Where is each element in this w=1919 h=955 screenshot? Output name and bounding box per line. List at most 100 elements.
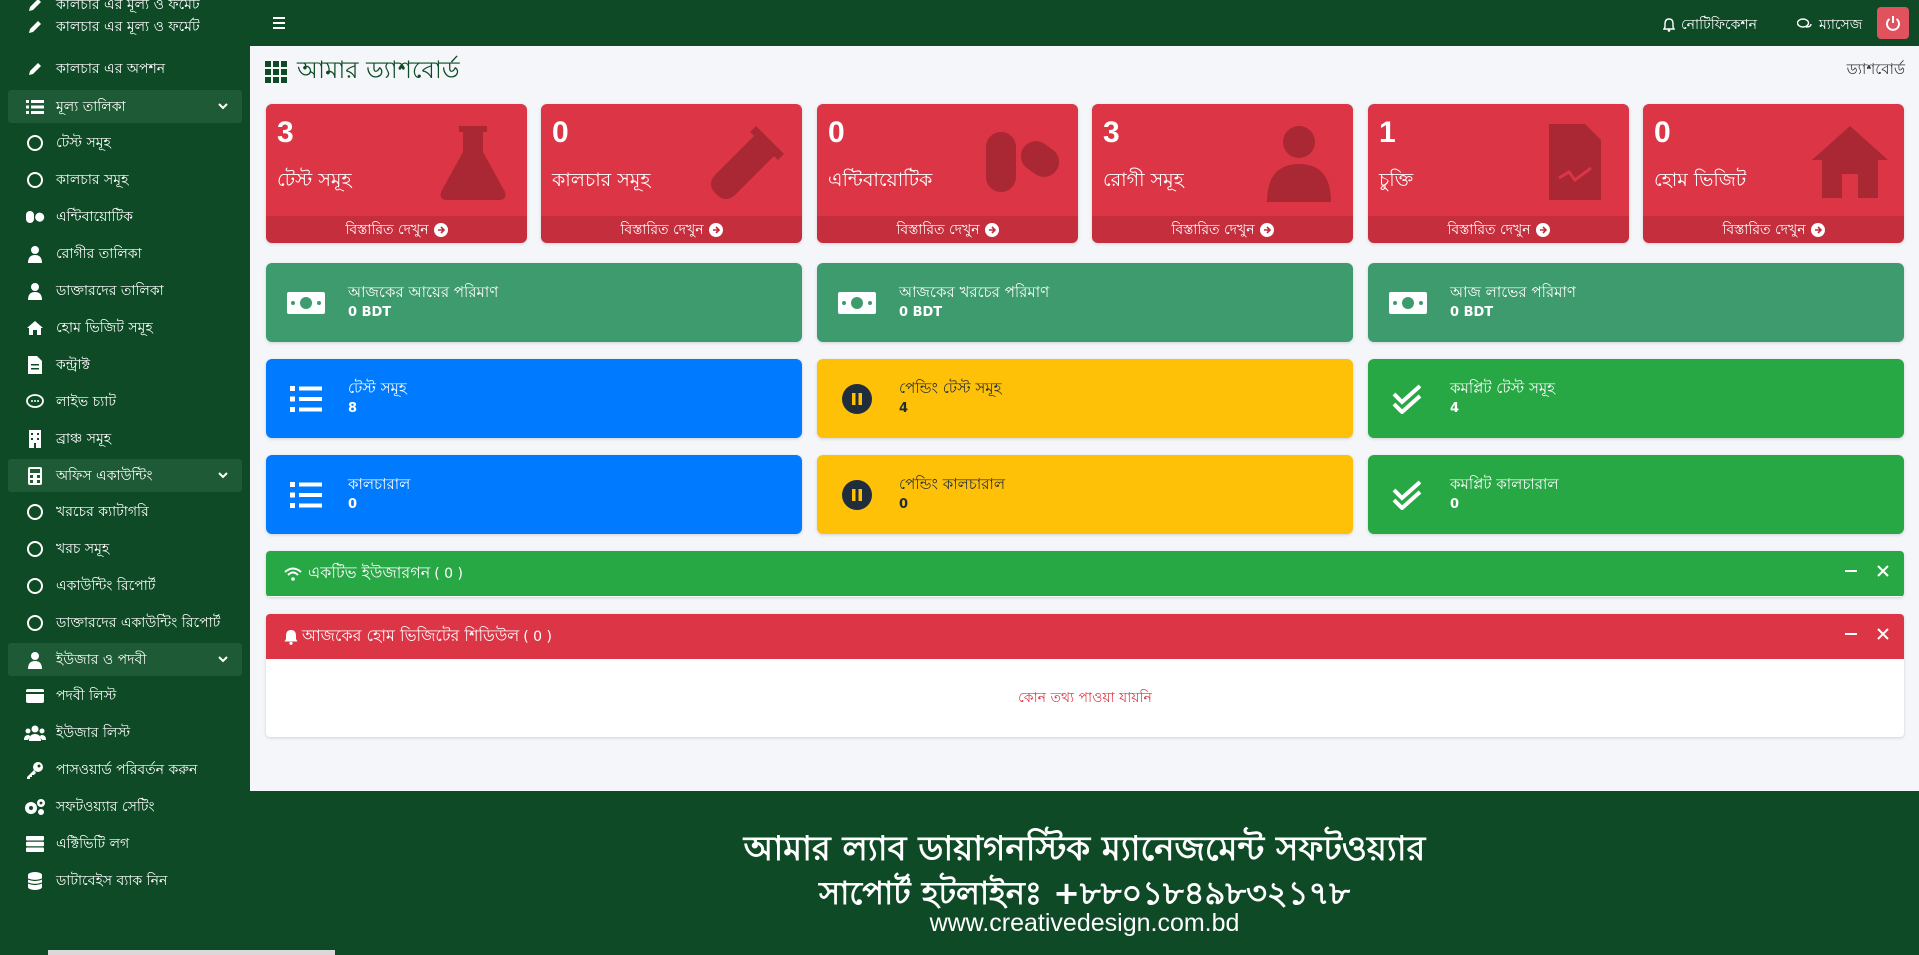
sidebar: কালচার এর মূল্য ও ফর্মেট কালচার এর মূল্য…	[0, 0, 250, 955]
messages-label: ম্যাসেজ	[1819, 17, 1863, 33]
details-link-label: বিস্তারিত দেখুন	[896, 221, 980, 238]
info-box-tests: টেস্ট সমূহ 8	[266, 359, 802, 438]
small-box-details-link[interactable]: বিস্তারিত দেখুন	[1643, 216, 1904, 243]
horizontal-scrollbar[interactable]	[48, 950, 335, 955]
sidebar-item-cultures[interactable]: কালচার সমূহ	[8, 163, 242, 196]
info-box-value: 8	[348, 400, 358, 416]
collapse-button[interactable]	[1844, 627, 1858, 641]
info-box-today-expense: আজকের খরচের পরিমাণ 0 BDT	[817, 263, 1353, 342]
sidebar-item-label: এন্টিবায়োটিক	[56, 208, 133, 225]
sidebar-item-activity-log[interactable]: এক্টিভিটি লগ	[8, 827, 242, 860]
sidebar-item-user-list[interactable]: ইউজার লিস্ট	[8, 716, 242, 749]
pen-icon	[24, 58, 46, 80]
sidebar-item-expense-category[interactable]: খরচের ক্যাটাগরি	[8, 495, 242, 528]
sidebar-item-branches[interactable]: ব্রাঞ্চ সমূহ	[8, 422, 242, 455]
small-box-cultures: 0 কালচার সমূহ বিস্তারিত দেখুন	[541, 104, 802, 243]
details-link-label: বিস্তারিত দেখুন	[620, 221, 704, 238]
check-double-icon	[1388, 475, 1428, 515]
sidebar-item-software-settings[interactable]: সফটওয়্যার সেটিং	[8, 790, 242, 823]
sidebar-item-label: কালচার সমূহ	[56, 171, 129, 188]
info-box-value: 4	[1450, 400, 1460, 416]
comment-icon	[24, 391, 46, 413]
info-box-completed-cultures: কমপ্লিট কালচারাল 0	[1368, 455, 1904, 534]
flask-icon	[440, 126, 506, 200]
id-card-icon	[24, 685, 46, 707]
small-box-details-link[interactable]: বিস্তারিত দেখুন	[541, 216, 802, 243]
info-box-value: 0 BDT	[348, 304, 392, 320]
sidebar-item-tests[interactable]: টেস্ট সমূহ	[8, 126, 242, 159]
power-icon	[1886, 16, 1900, 31]
sidebar-item-label: একাউন্টিং রিপোর্ট	[56, 577, 156, 594]
sidebar-section-price-list[interactable]: মূল্য তালিকা	[8, 90, 242, 123]
sidebar-item-label: ইউজার ও পদবী	[56, 651, 147, 668]
info-box-label: কালচারাল	[348, 475, 411, 494]
info-box-label: পেন্ডিং কালচারাল	[899, 475, 1006, 494]
notifications-link[interactable]: নোটিফিকেশন	[1663, 13, 1757, 37]
circle-icon	[24, 501, 46, 523]
sidebar-item-culture-price-format[interactable]: কালচার এর মূল্য ও ফর্মেট	[8, 10, 242, 43]
active-users-card-header: একটিভ ইউজারগন ( 0 )	[266, 551, 1904, 596]
th-grid-icon	[265, 61, 287, 83]
sidebar-item-label: ব্রাঞ্চ সমূহ	[56, 430, 112, 447]
arrow-circle-right-icon	[1535, 222, 1550, 237]
sidebar-item-label: ডাক্তারদের তালিকা	[56, 282, 164, 299]
sidebar-section-office-accounting[interactable]: অফিস একাউন্টিং	[8, 459, 242, 492]
sidebar-item-live-chat[interactable]: লাইভ চ্যাট	[8, 385, 242, 418]
money-bill-icon	[1388, 283, 1428, 323]
active-users-card: একটিভ ইউজারগন ( 0 )	[266, 551, 1904, 597]
details-link-label: বিস্তারিত দেখুন	[1722, 221, 1806, 238]
small-box-label: কালচার সমূহ	[552, 169, 651, 191]
sidebar-item-label: পদবী লিস্ট	[56, 687, 117, 704]
messages-link[interactable]: ম্যাসেজ	[1797, 13, 1862, 37]
info-box-label: কমপ্লিট টেস্ট সমূহ	[1450, 379, 1556, 398]
small-box-count: 0	[828, 116, 845, 149]
sidebar-section-users-roles[interactable]: ইউজার ও পদবী	[8, 643, 242, 676]
info-box-cultures: কালচারাল 0	[266, 455, 802, 534]
list-icon	[286, 475, 326, 515]
database-icon	[24, 870, 46, 892]
circle-icon	[24, 612, 46, 634]
sidebar-item-patients[interactable]: রোগীর তালিকা	[8, 237, 242, 270]
sidebar-item-contract[interactable]: কন্ট্রাক্ট	[8, 348, 242, 381]
sidebar-item-expenses[interactable]: খরচ সমূহ	[8, 532, 242, 565]
info-box-label: আজ লাভের পরিমাণ	[1450, 283, 1576, 302]
info-box-label: টেস্ট সমূহ	[348, 379, 407, 398]
close-button[interactable]	[1876, 564, 1890, 578]
sidebar-item-doctor-accounting-report[interactable]: ডাক্তারদের একাউন্টিং রিপোর্ট	[8, 606, 242, 639]
small-box-details-link[interactable]: বিস্তারিত দেখুন	[1092, 216, 1353, 243]
close-button[interactable]	[1876, 627, 1890, 641]
hamburger-menu-icon[interactable]	[270, 13, 290, 33]
logout-button[interactable]	[1877, 7, 1909, 39]
sidebar-item-label: মূল্য তালিকা	[56, 98, 126, 115]
arrow-circle-right-icon	[984, 222, 999, 237]
sidebar-item-label: এক্টিভিটি লগ	[56, 835, 130, 852]
sidebar-item-change-password[interactable]: পাসওয়ার্ড পরিবর্তন করুন	[8, 753, 242, 786]
sidebar-item-database-backup[interactable]: ডাটাবেইস ব্যাক নিন	[8, 864, 242, 897]
capsules-icon	[986, 132, 1060, 192]
chevron-down-icon	[218, 656, 228, 663]
info-box-label: কমপ্লিট কালচারাল	[1450, 475, 1559, 494]
footer-website[interactable]: www.creativedesign.com.bd	[250, 909, 1919, 938]
sidebar-item-doctors[interactable]: ডাক্তারদের তালিকা	[8, 274, 242, 307]
sidebar-item-antibiotics[interactable]: এন্টিবায়োটিক	[8, 200, 242, 233]
sidebar-item-home-visits[interactable]: হোম ভিজিট সমূহ	[8, 311, 242, 344]
info-box-today-income: আজকের আয়ের পরিমাণ 0 BDT	[266, 263, 802, 342]
pause-circle-icon	[837, 475, 877, 515]
sidebar-item-role-list[interactable]: পদবী লিস্ট	[8, 679, 242, 712]
small-box-details-link[interactable]: বিস্তারিত দেখুন	[266, 216, 527, 243]
small-box-details-link[interactable]: বিস্তারিত দেখুন	[1368, 216, 1629, 243]
small-box-count: 0	[1654, 116, 1671, 149]
vial-icon	[711, 126, 784, 199]
collapse-button[interactable]	[1844, 564, 1858, 578]
empty-message: কোন তথ্য পাওয়া যায়নি	[1018, 689, 1152, 706]
main-footer: আমার ল্যাব ডায়াগনস্টিক ম্যানেজমেন্ট সফট…	[250, 791, 1919, 955]
sidebar-item-culture-options[interactable]: কালচার এর অপশন	[8, 52, 242, 85]
sidebar-item-label: খরচের ক্যাটাগরি	[56, 503, 149, 520]
small-box-contracts: 1 চুক্তি বিস্তারিত দেখুন	[1368, 104, 1629, 243]
sidebar-item-accounting-report[interactable]: একাউন্টিং রিপোর্ট	[8, 569, 242, 602]
small-box-details-link[interactable]: বিস্তারিত দেখুন	[817, 216, 1078, 243]
breadcrumb[interactable]: ড্যাশবোর্ড	[1847, 58, 1905, 83]
card-title: একটিভ ইউজারগন	[308, 563, 431, 582]
info-box-value: 4	[899, 400, 909, 416]
small-box-label: চুক্তি	[1379, 169, 1414, 191]
